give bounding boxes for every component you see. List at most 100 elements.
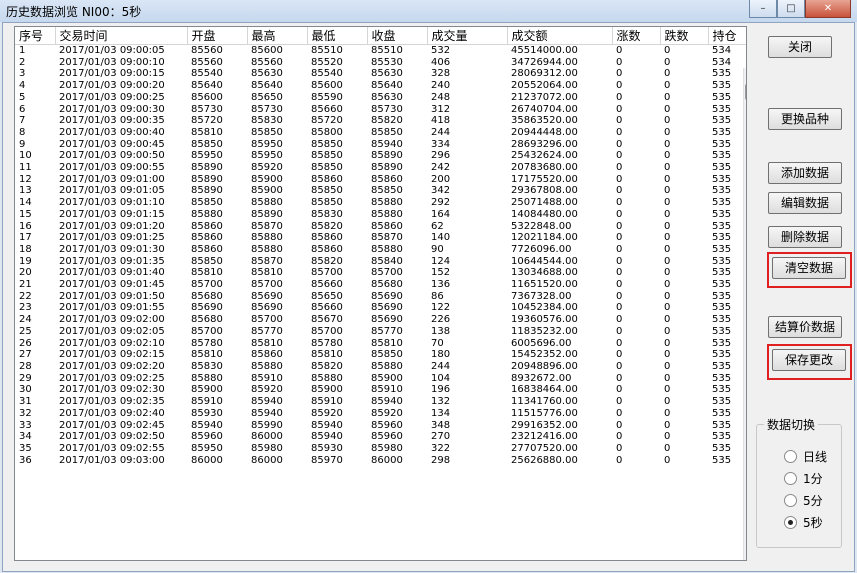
table-cell: 2017/01/03 09:03:00: [59, 454, 165, 466]
table-cell: 535: [712, 243, 732, 255]
table-cell: 85920: [251, 384, 283, 396]
table-cell: 312: [431, 103, 451, 115]
table-cell: 535: [712, 407, 732, 419]
table-cell: 2017/01/03 09:00:25: [59, 91, 165, 103]
header-row: 序号 交易时间 开盘 最高 最低 收盘 成交量 成交额 涨数 跌数 持仓: [15, 27, 746, 45]
column-header[interactable]: 最高: [247, 27, 308, 45]
table-row[interactable]: 31 2017/01/03 09:02:35 85910 85940 85910 8594…: [15, 396, 746, 408]
table-row[interactable]: 2 2017/01/03 09:00:10 85560 85560 85520 85530…: [15, 57, 746, 69]
table-row[interactable]: 26 2017/01/03 09:02:10 85780 85810 85780 8581…: [15, 338, 746, 350]
column-header[interactable]: 序号: [15, 27, 56, 45]
table-row[interactable]: 3 2017/01/03 09:00:15 85540 85630 85540 85630…: [15, 68, 746, 80]
table-cell: 85860: [371, 173, 403, 185]
scroll-down-icon[interactable]: ▼: [744, 555, 746, 560]
scroll-up-icon[interactable]: ▲: [744, 68, 746, 77]
table-cell: 0: [616, 396, 623, 408]
table-row[interactable]: 30 2017/01/03 09:02:30 85900 85920 85900 8591…: [15, 384, 746, 396]
table-row[interactable]: 10 2017/01/03 09:00:50 85950 85950 85850 8589…: [15, 150, 746, 162]
column-header[interactable]: 跌数: [660, 27, 709, 45]
table-row[interactable]: 6 2017/01/03 09:00:30 85730 85730 85660 85730…: [15, 104, 746, 116]
column-header[interactable]: 收盘: [367, 27, 428, 45]
table-row[interactable]: 20 2017/01/03 09:01:40 85810 85810 85700 8570…: [15, 267, 746, 279]
table-cell: 85880: [191, 372, 223, 384]
column-header[interactable]: 开盘: [187, 27, 248, 45]
radio-button-icon[interactable]: [784, 472, 797, 485]
column-header[interactable]: 涨数: [612, 27, 661, 45]
settlement-data-button[interactable]: 结算价数据: [768, 316, 842, 338]
table-cell: 85860: [311, 173, 343, 185]
table-row[interactable]: 14 2017/01/03 09:01:10 85850 85880 85850 8588…: [15, 197, 746, 209]
table-cell: 0: [616, 302, 623, 314]
table-row[interactable]: 23 2017/01/03 09:01:55 85690 85690 85660 8569…: [15, 302, 746, 314]
minimize-icon[interactable]: –: [749, 0, 777, 18]
table-cell: 0: [616, 454, 623, 466]
table-row[interactable]: 27 2017/01/03 09:02:15 85810 85860 85810 8585…: [15, 349, 746, 361]
table-row[interactable]: 34 2017/01/03 09:02:50 85960 86000 85940 8596…: [15, 431, 746, 443]
table-cell: 1: [19, 45, 26, 56]
table-row[interactable]: 22 2017/01/03 09:01:50 85680 85690 85650 8569…: [15, 291, 746, 303]
table-row[interactable]: 7 2017/01/03 09:00:35 85720 85830 85720 85820…: [15, 115, 746, 127]
table-row[interactable]: 16 2017/01/03 09:01:20 85860 85870 85820 8586…: [15, 221, 746, 233]
table-cell: 16838464.00: [511, 384, 578, 396]
vertical-scroll-thumb[interactable]: [745, 84, 746, 100]
vertical-scrollbar[interactable]: ▲ ▼: [743, 68, 746, 560]
table-row[interactable]: 15 2017/01/03 09:01:15 85880 85890 85830 8588…: [15, 209, 746, 221]
radio-option[interactable]: 1分: [784, 470, 823, 487]
delete-data-button[interactable]: 删除数据: [768, 226, 842, 248]
table-cell: 85900: [311, 384, 343, 396]
edit-data-button[interactable]: 编辑数据: [768, 192, 842, 214]
table-cell: 0: [616, 243, 623, 255]
data-grid[interactable]: 序号 交易时间 开盘 最高 最低 收盘 成交量 成交额 涨数 跌数 持仓 1 2017/01/03 0…: [14, 26, 747, 561]
column-header[interactable]: 交易时间: [55, 27, 188, 45]
close-button[interactable]: 关闭: [768, 36, 832, 58]
table-row[interactable]: 13 2017/01/03 09:01:05 85890 85900 85850 8585…: [15, 185, 746, 197]
table-cell: 85990: [251, 419, 283, 431]
column-header[interactable]: 最低: [307, 27, 368, 45]
table-cell: 0: [664, 162, 671, 174]
table-cell: 2017/01/03 09:02:00: [59, 314, 165, 326]
table-row[interactable]: 8 2017/01/03 09:00:40 85810 85850 85800 85850…: [15, 127, 746, 139]
table-cell: 0: [664, 150, 671, 162]
table-row[interactable]: 17 2017/01/03 09:01:25 85860 85880 85860 8587…: [15, 232, 746, 244]
table-cell: 85920: [371, 407, 403, 419]
table-row[interactable]: 32 2017/01/03 09:02:40 85930 85940 85920 8592…: [15, 408, 746, 420]
maximize-icon[interactable]: □: [777, 0, 805, 18]
table-row[interactable]: 35 2017/01/03 09:02:55 85950 85980 85930 8598…: [15, 443, 746, 455]
column-header[interactable]: 成交量: [427, 27, 508, 45]
table-cell: 152: [431, 267, 451, 279]
table-cell: 18: [19, 243, 32, 255]
change-product-button[interactable]: 更换品种: [768, 108, 842, 130]
table-row[interactable]: 9 2017/01/03 09:00:45 85850 85950 85850 85940…: [15, 139, 746, 151]
table-row[interactable]: 36 2017/01/03 09:03:00 86000 86000 85970 8600…: [15, 455, 746, 467]
add-data-button[interactable]: 添加数据: [768, 162, 842, 184]
table-row[interactable]: 19 2017/01/03 09:01:35 85850 85870 85820 8584…: [15, 256, 746, 268]
table-row[interactable]: 29 2017/01/03 09:02:25 85880 85910 85880 8590…: [15, 373, 746, 385]
table-row[interactable]: 1 2017/01/03 09:00:05 85560 85600 85510 85510…: [15, 45, 746, 57]
table-cell: 0: [664, 103, 671, 115]
clear-data-button[interactable]: 清空数据: [772, 257, 846, 279]
radio-option[interactable]: 5秒: [784, 514, 823, 531]
table-row[interactable]: 5 2017/01/03 09:00:25 85600 85650 85590 85630…: [15, 92, 746, 104]
table-row[interactable]: 24 2017/01/03 09:02:00 85680 85700 85670 8569…: [15, 314, 746, 326]
table-cell: 85960: [371, 419, 403, 431]
radio-option[interactable]: 5分: [784, 492, 823, 509]
table-row[interactable]: 12 2017/01/03 09:01:00 85890 85900 85860 8586…: [15, 174, 746, 186]
table-cell: 85640: [191, 80, 223, 92]
table-row[interactable]: 28 2017/01/03 09:02:20 85830 85880 85820 8588…: [15, 361, 746, 373]
table-row[interactable]: 18 2017/01/03 09:01:30 85860 85880 85860 8588…: [15, 244, 746, 256]
table-cell: 85880: [371, 197, 403, 209]
radio-button-icon[interactable]: [784, 494, 797, 507]
column-header[interactable]: 成交额: [507, 27, 613, 45]
table-row[interactable]: 21 2017/01/03 09:01:45 85700 85700 85660 8568…: [15, 279, 746, 291]
table-row[interactable]: 33 2017/01/03 09:02:45 85940 85990 85940 8596…: [15, 420, 746, 432]
table-row[interactable]: 4 2017/01/03 09:00:20 85640 85640 85600 85640…: [15, 80, 746, 92]
close-icon[interactable]: ✕: [805, 0, 851, 18]
table-row[interactable]: 11 2017/01/03 09:00:55 85890 85920 85850 8589…: [15, 162, 746, 174]
table-row[interactable]: 25 2017/01/03 09:02:05 85700 85770 85700 8577…: [15, 326, 746, 338]
radio-button-icon[interactable]: [784, 516, 797, 529]
radio-option[interactable]: 日线: [784, 448, 827, 465]
radio-button-icon[interactable]: [784, 450, 797, 463]
table-cell: 85950: [191, 442, 223, 454]
save-changes-button[interactable]: 保存更改: [772, 349, 846, 371]
column-header[interactable]: 持仓: [708, 27, 746, 45]
